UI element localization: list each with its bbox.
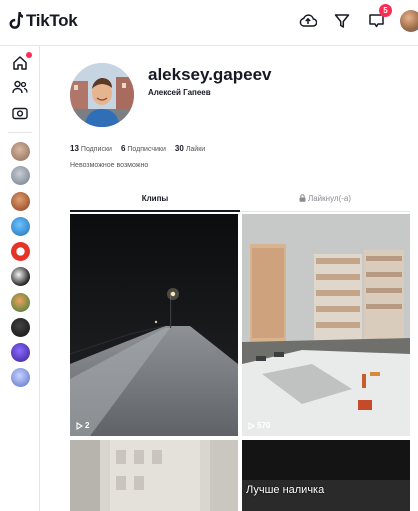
profile-username: aleksey.gapeev: [148, 65, 272, 84]
tiktok-logo[interactable]: TikTok: [9, 11, 78, 31]
lock-icon: [299, 194, 306, 202]
user-avatar[interactable]: [400, 10, 418, 32]
followed-account-avatar[interactable]: [11, 318, 30, 337]
followed-account-avatar[interactable]: [11, 217, 30, 236]
logo-text: TikTok: [26, 11, 78, 30]
play-icon: [248, 421, 255, 430]
upload-cloud-icon[interactable]: [298, 11, 318, 31]
followed-account-avatar[interactable]: [11, 142, 30, 161]
followed-account-avatar[interactable]: [11, 343, 30, 362]
profile-stats: 13 Подписки 6 Подписчики 30 Лайки: [70, 144, 205, 153]
followers-stat[interactable]: 6 Подписчики: [121, 144, 166, 153]
likes-stat: 30 Лайки: [174, 144, 206, 153]
video-caption: Лучше наличка: [246, 484, 325, 496]
followed-account-avatar[interactable]: [11, 368, 30, 387]
inbox-icon[interactable]: 5: [366, 4, 392, 31]
profile-page: aleksey.gapeev Алексей Гапеев 13 Подписки…: [40, 46, 418, 511]
tab-liked[interactable]: Лайкнул(-а): [240, 192, 410, 211]
view-count: 570: [248, 421, 270, 430]
profile-avatar: [70, 63, 134, 127]
followed-account-avatar[interactable]: [11, 192, 30, 211]
followed-account-avatar[interactable]: [11, 267, 30, 286]
profile-tabs: Клипы Лайкнул(-а): [70, 192, 410, 212]
following-icon[interactable]: [11, 78, 29, 96]
tab-videos[interactable]: Клипы: [70, 192, 240, 212]
followed-account-avatar[interactable]: [11, 166, 30, 185]
live-icon[interactable]: [11, 104, 29, 122]
followed-account-avatar[interactable]: [11, 242, 30, 261]
following-stat[interactable]: 13 Подписки: [70, 144, 112, 153]
home-icon[interactable]: [11, 52, 32, 72]
followed-account-avatar[interactable]: [11, 293, 30, 312]
view-count: 2: [76, 421, 89, 430]
profile-display-name: Алексей Гапеев: [148, 88, 211, 97]
play-icon: [76, 421, 83, 430]
filter-send-icon[interactable]: [332, 11, 352, 31]
notification-badge: 5: [379, 4, 392, 17]
sidebar: [0, 46, 40, 511]
profile-bio: Невозможное возможно: [70, 162, 149, 169]
new-activity-dot: [26, 52, 32, 58]
video-thumbnail[interactable]: [70, 440, 238, 511]
video-thumbnail[interactable]: Лучше наличка: [242, 440, 410, 511]
video-thumbnail[interactable]: 2: [70, 214, 238, 436]
sidebar-divider: [8, 132, 32, 133]
video-thumbnail[interactable]: 570: [242, 214, 410, 436]
tiktok-note-icon: [9, 12, 23, 29]
top-bar: TikTok 5: [0, 0, 418, 46]
